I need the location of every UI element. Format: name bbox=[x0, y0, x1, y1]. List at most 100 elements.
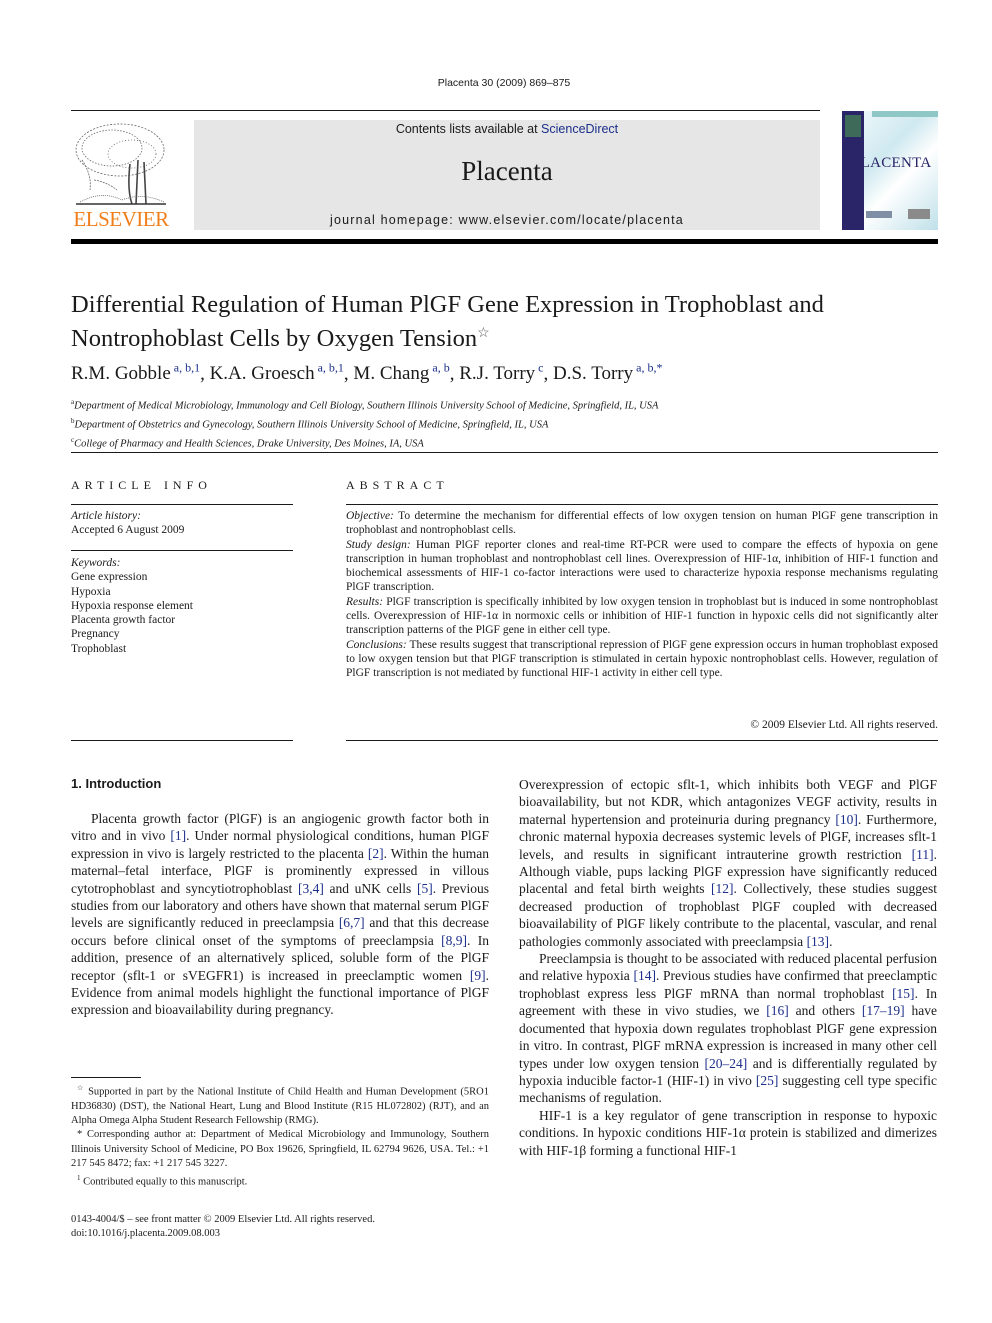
author[interactable]: R.J. Torry c bbox=[459, 361, 543, 385]
doi-link[interactable]: doi:10.1016/j.placenta.2009.08.003 bbox=[71, 1227, 375, 1241]
author[interactable]: D.S. Torry a, b,* bbox=[553, 361, 662, 384]
section-text: PlGF transcription is specifically inhib… bbox=[346, 595, 938, 637]
author-affiliation-marks[interactable]: a, b,1 bbox=[171, 361, 200, 375]
article-info-heading: ARTICLE INFO bbox=[71, 478, 212, 492]
author-name: K.A. Groesch bbox=[209, 363, 315, 385]
author[interactable]: K.A. Groesch a, b,1 bbox=[209, 361, 344, 385]
affiliations: aDepartment of Medical Microbiology, Imm… bbox=[71, 395, 658, 452]
citation-link[interactable]: [13] bbox=[807, 934, 830, 949]
affiliation-text: College of Pharmacy and Health Sciences,… bbox=[74, 438, 424, 450]
footnote-funding: ☆ Supported in part by the National Inst… bbox=[71, 1081, 489, 1128]
article-title: Differential Regulation of Human PlGF Ge… bbox=[71, 290, 931, 353]
history-date: Accepted 6 August 2009 bbox=[71, 524, 185, 537]
cover-title: PLACENTA bbox=[852, 155, 932, 171]
author[interactable]: R.M. Gobble a, b,1 bbox=[71, 361, 200, 385]
footnote-mark: 1 bbox=[77, 1174, 81, 1183]
journal-name: Placenta bbox=[461, 156, 553, 186]
contents-prefix: Contents lists available at bbox=[395, 122, 542, 136]
section-text: These results suggest that transcription… bbox=[346, 638, 938, 680]
header-rule bbox=[71, 110, 820, 111]
citation-link[interactable]: [6,7] bbox=[339, 915, 365, 930]
section-text: To determine the mechanism for different… bbox=[346, 510, 938, 537]
author-affiliation-marks[interactable]: a, b,1 bbox=[315, 361, 344, 375]
divider bbox=[71, 550, 293, 551]
citation-link[interactable]: [11] bbox=[912, 847, 934, 862]
header-thick-rule bbox=[71, 239, 938, 244]
cover-sciencedirect-icon bbox=[866, 211, 892, 218]
footnote-rule bbox=[71, 1077, 141, 1078]
citation-link[interactable]: [16] bbox=[766, 1003, 789, 1018]
elsevier-logo[interactable]: ELSEVIER bbox=[70, 118, 172, 232]
abstract-study-design: Study design: Human PlGF reporter clones… bbox=[346, 538, 938, 595]
publisher-name: ELSEVIER bbox=[73, 207, 169, 231]
citation-link[interactable]: [12] bbox=[711, 881, 734, 896]
paragraph: Preeclampsia is thought to be associated… bbox=[519, 951, 938, 1106]
history-label: Article history: bbox=[71, 510, 141, 522]
author-name: R.M. Gobble bbox=[71, 363, 171, 385]
citation-link[interactable]: [5] bbox=[417, 881, 433, 896]
citation-link[interactable]: [20–24] bbox=[705, 1056, 748, 1071]
article-history: Article history: Accepted 6 August 2009 bbox=[71, 509, 184, 538]
journal-cover-image[interactable]: PLACENTA bbox=[842, 111, 938, 230]
issn-line: 0143-4004/$ – see front matter © 2009 El… bbox=[71, 1214, 375, 1225]
citation-link[interactable]: [14] bbox=[633, 968, 656, 983]
citation-link[interactable]: [1] bbox=[170, 828, 186, 843]
footnote-corresponding: * Corresponding author at: Department of… bbox=[71, 1128, 489, 1171]
abstract-body: Objective: To determine the mechanism fo… bbox=[346, 509, 938, 681]
keyword-item: Hypoxia response element bbox=[71, 599, 193, 612]
citation-link[interactable]: [8,9] bbox=[441, 933, 467, 948]
divider bbox=[346, 504, 938, 505]
citation-link[interactable]: [2] bbox=[368, 846, 384, 861]
citation-link[interactable]: [15] bbox=[892, 986, 915, 1001]
section-head: Results: bbox=[346, 595, 384, 608]
paragraph: HIF-1 is a key regulator of gene transcr… bbox=[519, 1107, 937, 1158]
footnote-text: Supported in part by the National Instit… bbox=[71, 1086, 490, 1127]
affiliation: aDepartment of Medical Microbiology, Imm… bbox=[71, 395, 658, 414]
affiliation-text: Department of Medical Microbiology, Immu… bbox=[74, 400, 659, 412]
journal-citation: Placenta 30 (2009) 869–875 bbox=[437, 77, 571, 89]
abstract-copyright: © 2009 Elsevier Ltd. All rights reserved… bbox=[750, 719, 938, 731]
footnote-mark: ☆ bbox=[77, 1084, 85, 1092]
cover-ifpa-icon bbox=[908, 209, 930, 219]
author-name: R.J. Torry bbox=[459, 363, 536, 385]
citation-link[interactable]: [25] bbox=[756, 1073, 779, 1088]
affiliation: cCollege of Pharmacy and Health Sciences… bbox=[71, 433, 658, 452]
article-title-text: Differential Regulation of Human PlGF Ge… bbox=[71, 291, 824, 353]
elsevier-tree-icon bbox=[75, 123, 166, 205]
citation-link[interactable]: [17–19] bbox=[862, 1003, 905, 1018]
keywords: Keywords: Gene expression Hypoxia Hypoxi… bbox=[71, 556, 193, 656]
citation-link[interactable]: [9] bbox=[470, 968, 486, 983]
keyword-item: Pregnancy bbox=[71, 628, 120, 641]
author-affiliation-marks[interactable]: a, b bbox=[429, 361, 449, 375]
keyword-item: Trophoblast bbox=[71, 642, 127, 655]
divider bbox=[346, 740, 938, 741]
affiliation-text: Department of Obstetrics and Gynecology,… bbox=[74, 419, 549, 431]
section-head: Conclusions: bbox=[346, 638, 407, 651]
author-affiliation-marks[interactable]: a, b,* bbox=[633, 361, 662, 375]
footnote-text: Contributed equally to this manuscript. bbox=[83, 1176, 248, 1188]
author-affiliation-marks[interactable]: c bbox=[535, 361, 543, 375]
title-footnote-star-icon[interactable]: ☆ bbox=[477, 326, 490, 341]
contents-line: Contents lists available at ScienceDirec… bbox=[194, 122, 820, 136]
keyword-item: Placenta growth factor bbox=[71, 614, 176, 627]
section-head: Objective: bbox=[346, 510, 394, 522]
footnote-equal-contribution: 1 Contributed equally to this manuscript… bbox=[71, 1171, 489, 1190]
author[interactable]: M. Chang a, b bbox=[353, 361, 449, 385]
front-matter: 0143-4004/$ – see front matter © 2009 El… bbox=[71, 1213, 375, 1242]
abstract-heading: ABSTRACT bbox=[346, 478, 449, 492]
body-column-left: Placenta growth factor (PlGF) is an angi… bbox=[71, 810, 489, 1019]
paragraph: Overexpression of ectopic sflt-1, which … bbox=[519, 777, 937, 949]
citation-link[interactable]: [10] bbox=[835, 812, 858, 827]
sciencedirect-link[interactable]: ScienceDirect bbox=[541, 122, 618, 136]
keywords-label: Keywords: bbox=[71, 557, 121, 569]
footnote-text: Corresponding author at: Department of M… bbox=[71, 1129, 490, 1169]
section-head: Study design: bbox=[346, 538, 411, 551]
journal-homepage-link[interactable]: journal homepage: www.elsevier.com/locat… bbox=[194, 213, 820, 227]
abstract-results: Results: PlGF transcription is specifica… bbox=[346, 595, 938, 638]
section-heading-introduction: 1. Introduction bbox=[71, 776, 162, 791]
author-name: M. Chang bbox=[353, 363, 430, 385]
title-rule bbox=[71, 452, 938, 453]
cover-strip bbox=[872, 111, 938, 117]
abstract-conclusions: Conclusions: These results suggest that … bbox=[346, 638, 938, 681]
citation-link[interactable]: [3,4] bbox=[298, 881, 324, 896]
